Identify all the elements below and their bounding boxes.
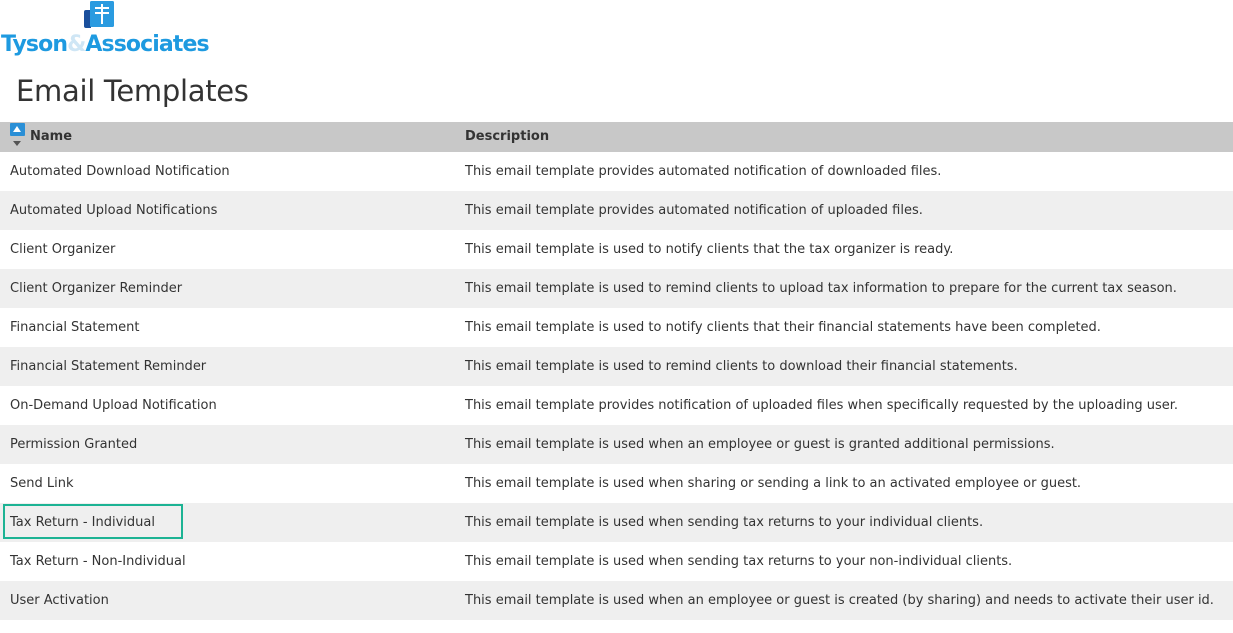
table-body: Automated Download Notification This emai…: [0, 152, 1233, 620]
template-name-link[interactable]: Financial Statement Reminder: [10, 359, 206, 374]
template-description-cell: This email template is used when sending…: [465, 515, 984, 530]
template-name-cell[interactable]: Financial Statement: [0, 308, 455, 347]
logo-wordmark: Tyson&Associates: [1, 32, 210, 58]
column-header-description[interactable]: Description: [455, 122, 1233, 152]
template-name-cell[interactable]: Automated Upload Notifications: [0, 191, 455, 230]
template-name-cell[interactable]: Tax Return - Non-Individual: [0, 542, 455, 581]
template-name-link[interactable]: Automated Upload Notifications: [10, 203, 217, 218]
table-row[interactable]: User Activation This email template is us…: [0, 581, 1233, 620]
column-header-name-label: Name: [30, 129, 73, 144]
table-row[interactable]: Send Link This email template is used whe…: [0, 464, 1233, 503]
table-row[interactable]: Client Organizer Reminder This email temp…: [0, 269, 1233, 308]
template-description-cell: This email template is used when sharing…: [465, 476, 1082, 491]
template-name-link[interactable]: User Activation: [10, 593, 109, 608]
page-title: Email Templates: [16, 74, 249, 108]
column-header-name[interactable]: Name: [0, 122, 455, 152]
template-description-cell: This email template provides automated n…: [465, 203, 923, 218]
template-name-link[interactable]: Automated Download Notification: [10, 164, 230, 179]
table-row[interactable]: Permission Granted This email template is…: [0, 425, 1233, 464]
template-name-cell[interactable]: Tax Return - Individual: [0, 503, 455, 542]
company-logo[interactable]: Tyson&Associates: [0, 0, 210, 62]
template-name-link[interactable]: Tax Return - Non-Individual: [10, 554, 186, 569]
table-row[interactable]: Tax Return - Non-Individual This email te…: [0, 542, 1233, 581]
table-row[interactable]: Automated Download Notification This emai…: [0, 152, 1233, 191]
template-description-cell: This email template is used when sending…: [465, 554, 1013, 569]
column-header-description-label: Description: [465, 129, 550, 144]
template-description-cell: This email template is used to remind cl…: [465, 359, 1018, 374]
template-name-link[interactable]: Financial Statement: [10, 320, 139, 335]
template-name-cell[interactable]: Automated Download Notification: [0, 152, 455, 191]
template-name-cell[interactable]: Client Organizer Reminder: [0, 269, 455, 308]
template-description-cell: This email template provides notificatio…: [465, 398, 1179, 413]
template-name-link[interactable]: Permission Granted: [10, 437, 137, 452]
logo-ampersand: &: [67, 32, 86, 57]
template-description-cell: This email template is used to notify cl…: [465, 320, 1101, 335]
sort-down-arrow-icon: [13, 141, 21, 146]
template-name-cell[interactable]: Client Organizer: [0, 230, 455, 269]
template-name-cell[interactable]: Send Link: [0, 464, 455, 503]
email-templates-table: Name Description Automated Download Noti…: [0, 122, 1233, 620]
template-name-link[interactable]: Send Link: [10, 476, 74, 491]
template-description-cell: This email template is used to notify cl…: [465, 242, 954, 257]
sort-up-arrow-icon: [10, 123, 25, 136]
template-name-link[interactable]: Client Organizer Reminder: [10, 281, 182, 296]
template-name-link[interactable]: Tax Return - Individual: [10, 515, 155, 530]
table-row[interactable]: Financial Statement This email template i…: [0, 308, 1233, 347]
template-description-cell: This email template is used when an empl…: [465, 437, 1055, 452]
logo-name-part1: Tyson: [1, 32, 68, 57]
template-name-link[interactable]: On-Demand Upload Notification: [10, 398, 217, 413]
template-name-cell[interactable]: Financial Statement Reminder: [0, 347, 455, 386]
template-name-cell[interactable]: On-Demand Upload Notification: [0, 386, 455, 425]
document-logo-icon: [84, 1, 114, 28]
table-row[interactable]: Client Organizer This email template is u…: [0, 230, 1233, 269]
template-description-cell: This email template provides automated n…: [465, 164, 942, 179]
template-name-cell[interactable]: User Activation: [0, 581, 455, 620]
table-header-row: Name Description: [0, 122, 1233, 152]
table-row[interactable]: Automated Upload Notifications This email…: [0, 191, 1233, 230]
table-row[interactable]: Tax Return - Individual This email templa…: [0, 503, 1233, 542]
template-name-link[interactable]: Client Organizer: [10, 242, 115, 257]
logo-name-part2: Associates: [85, 32, 209, 57]
template-description-cell: This email template is used to remind cl…: [465, 281, 1177, 296]
template-name-cell[interactable]: Permission Granted: [0, 425, 455, 464]
template-description-cell: This email template is used when an empl…: [465, 593, 1214, 608]
table-row[interactable]: Financial Statement Reminder This email t…: [0, 347, 1233, 386]
sort-ascending-icon[interactable]: [10, 123, 26, 149]
table-row[interactable]: On-Demand Upload Notification This email …: [0, 386, 1233, 425]
